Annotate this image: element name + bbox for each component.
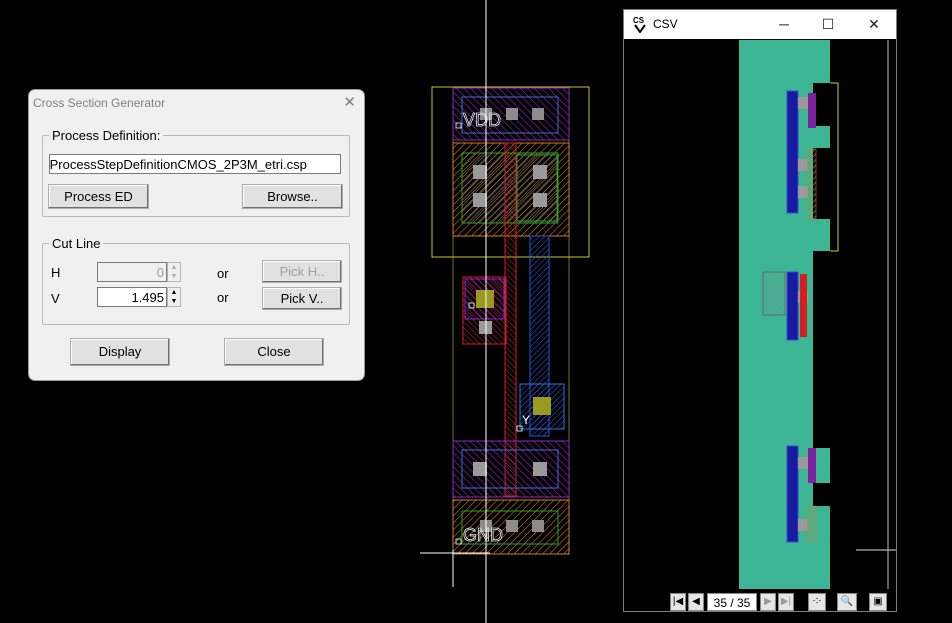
close-button[interactable]: Close bbox=[224, 338, 324, 366]
next-page-button[interactable]: ▶ bbox=[760, 593, 776, 611]
minimize-icon[interactable]: ─ bbox=[774, 14, 794, 34]
v-input[interactable]: 1.495 bbox=[97, 287, 167, 307]
v-spinner[interactable]: ▲ ▼ bbox=[167, 287, 181, 307]
csv-window: CS CSV ─ ☐ ✕ |◀ ◀ 35 / 35 ▶ ▶| ⋅∶⋅ 🔍 ▣ bbox=[623, 9, 897, 612]
spin-up-icon[interactable]: ▲ bbox=[168, 288, 180, 297]
close-icon[interactable]: ✕ bbox=[864, 14, 884, 34]
y-pin-label: Y bbox=[522, 413, 530, 427]
cut-line-label: Cut Line bbox=[52, 236, 101, 251]
display-button[interactable]: Display bbox=[70, 338, 170, 366]
or-label-v: or bbox=[217, 290, 229, 305]
process-file-field[interactable]: \ProcessStepDefinitionCMOS_2P3M_etri.csp bbox=[49, 154, 341, 174]
v-label: V bbox=[51, 291, 60, 306]
or-label-h: or bbox=[217, 266, 229, 281]
first-page-button[interactable]: |◀ bbox=[670, 593, 686, 611]
spin-down-icon: ▼ bbox=[170, 273, 178, 280]
browse-button[interactable]: Browse.. bbox=[242, 184, 343, 209]
vdd-pin-label: VDD bbox=[463, 110, 501, 130]
process-ed-button[interactable]: Process ED bbox=[48, 184, 149, 209]
maximize-icon[interactable]: ☐ bbox=[818, 14, 838, 34]
csv-titlebar[interactable]: CS CSV ─ ☐ ✕ bbox=[624, 10, 896, 39]
process-file-value: \ProcessStepDefinitionCMOS_2P3M_etri.csp bbox=[49, 157, 307, 172]
prev-page-button[interactable]: ◀ bbox=[688, 593, 704, 611]
save-icon[interactable]: ▣ bbox=[869, 593, 887, 611]
csv-window-title: CSV bbox=[653, 17, 678, 31]
csv-app-icon: CS bbox=[633, 16, 646, 33]
zoom-icon[interactable]: 🔍 bbox=[837, 593, 857, 611]
gnd-pin-label: GND bbox=[463, 525, 503, 545]
dialog-title: Cross Section Generator bbox=[33, 96, 166, 110]
process-definition-label: Process Definition: bbox=[52, 128, 161, 143]
cross-section-generator-dialog: Cross Section Generator ✕ Process Defini… bbox=[28, 89, 365, 381]
h-input: 0 bbox=[97, 262, 167, 282]
cross-section-view[interactable] bbox=[624, 39, 896, 589]
h-label: H bbox=[51, 265, 61, 280]
svg-text:CS: CS bbox=[633, 16, 645, 25]
v-value: 1.495 bbox=[131, 290, 164, 305]
page-indicator: 35 / 35 bbox=[707, 593, 757, 611]
h-spinner: ▲ ▼ bbox=[167, 262, 181, 282]
h-value: 0 bbox=[156, 265, 164, 280]
fit-view-icon[interactable]: ⋅∶⋅ bbox=[808, 593, 826, 611]
spin-down-icon[interactable]: ▼ bbox=[168, 297, 180, 306]
last-page-button[interactable]: ▶| bbox=[778, 593, 794, 611]
spin-up-icon: ▲ bbox=[170, 264, 178, 271]
pick-v-button[interactable]: Pick V.. bbox=[262, 287, 342, 310]
nmos-diffusion bbox=[452, 440, 570, 498]
pick-h-button: Pick H.. bbox=[262, 260, 342, 283]
close-icon[interactable]: ✕ bbox=[343, 93, 356, 111]
